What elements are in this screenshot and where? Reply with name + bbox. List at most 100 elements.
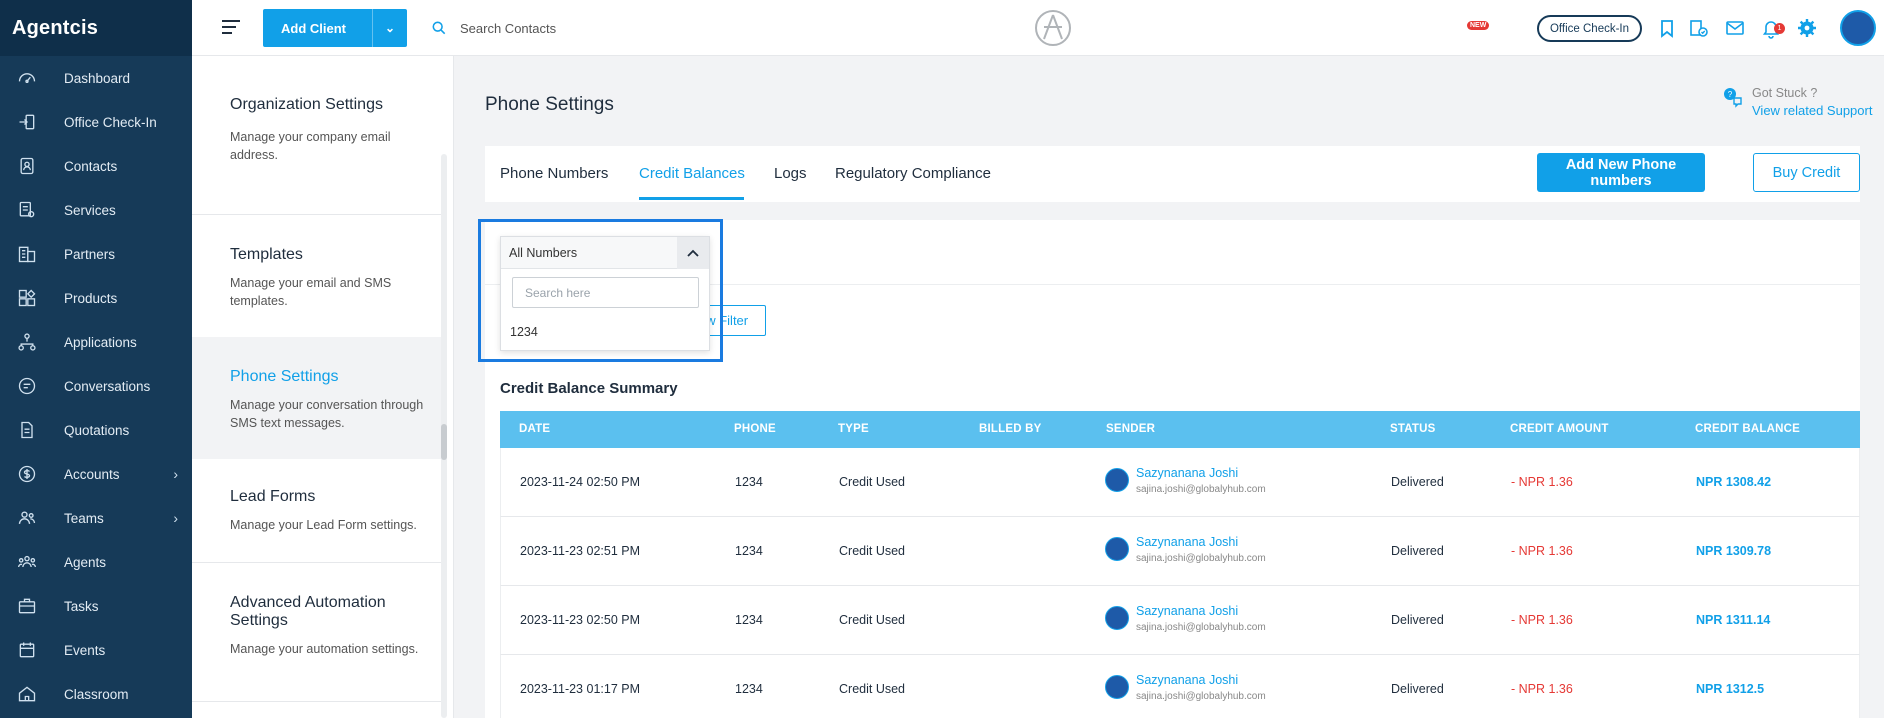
sender-name[interactable]: Sazynanana Joshi <box>1136 466 1238 480</box>
sidebar-item-products[interactable]: Products <box>0 276 192 320</box>
add-client-button[interactable]: Add Client ⌄ <box>263 9 407 47</box>
office-check-in-button[interactable]: Office Check-In <box>1537 15 1642 42</box>
settings-item-templates[interactable]: Templates Manage your email and SMS temp… <box>192 246 446 310</box>
brand-logo[interactable]: Agentcis <box>0 0 192 56</box>
sidebar-item-label: Events <box>64 642 106 658</box>
chevron-up-icon[interactable] <box>677 237 709 269</box>
cell-date: 2023-11-23 02:50 PM <box>520 613 640 627</box>
bookmark-icon[interactable] <box>1656 17 1678 39</box>
table-row[interactable]: 2023-11-23 01:17 PM 1234 Credit Used Saz… <box>500 655 1860 718</box>
cell-status: Delivered <box>1391 682 1444 696</box>
settings-item-description: Manage your company email address. <box>230 130 391 162</box>
sender-avatar <box>1105 675 1129 699</box>
sender-name[interactable]: Sazynanana Joshi <box>1136 604 1238 618</box>
buy-credit-button[interactable]: Buy Credit <box>1753 153 1860 192</box>
sender-email: sajina.joshi@globalyhub.com <box>1136 484 1266 495</box>
help-chat-icon: ? <box>1724 88 1742 108</box>
settings-menu: Organization Settings Manage your compan… <box>192 56 454 718</box>
sidebar-item-label: Tasks <box>64 598 99 614</box>
sender-avatar <box>1105 468 1129 492</box>
contacts-icon <box>16 155 38 177</box>
cell-credit-amount: - NPR 1.36 <box>1511 544 1573 558</box>
settings-scrollbar-thumb[interactable] <box>441 424 447 460</box>
number-filter-dropdown: All Numbers 1234 <box>500 236 710 351</box>
sidebar-item-office-check-in[interactable]: Office Check-In <box>0 100 192 144</box>
column-header-credit-amount[interactable]: Credit Amount <box>1510 423 1609 435</box>
settings-item-description: Manage your email and SMS templates. <box>230 276 392 308</box>
tab-phone-numbers[interactable]: Phone Numbers <box>500 165 608 182</box>
column-header-phone[interactable]: Phone <box>734 423 776 435</box>
cell-date: 2023-11-23 01:17 PM <box>520 682 640 696</box>
settings-item-title: Templates <box>230 246 303 263</box>
sender-name[interactable]: Sazynanana Joshi <box>1136 535 1238 549</box>
calendar-icon <box>16 639 38 661</box>
dropdown-option[interactable]: 1234 <box>510 325 538 339</box>
company-logo-icon <box>1035 10 1071 46</box>
column-header-type[interactable]: Type <box>838 423 869 435</box>
search-contacts-input[interactable] <box>460 14 760 42</box>
chevron-down-icon[interactable]: ⌄ <box>385 21 395 35</box>
cell-credit-amount: - NPR 1.36 <box>1511 682 1573 696</box>
sidebar-item-services[interactable]: Services <box>0 188 192 232</box>
user-avatar[interactable] <box>1840 10 1876 46</box>
sidebar-nav: Dashboard Office Check-In Contacts Servi… <box>0 56 192 716</box>
column-header-sender[interactable]: Sender <box>1106 423 1155 435</box>
tab-regulatory-compliance[interactable]: Regulatory Compliance <box>835 165 991 182</box>
building-icon <box>16 243 38 265</box>
search-icon <box>432 21 446 35</box>
cell-credit-balance: NPR 1308.42 <box>1696 475 1772 489</box>
view-support-link[interactable]: View related Support <box>1752 103 1872 118</box>
settings-item-advanced-automation[interactable]: Advanced Automation Settings Manage your… <box>192 594 446 658</box>
sidebar-item-label: Accounts <box>64 466 120 482</box>
table-row[interactable]: 2023-11-23 02:50 PM 1234 Credit Used Saz… <box>500 586 1860 655</box>
table-row[interactable]: 2023-11-23 02:51 PM 1234 Credit Used Saz… <box>500 517 1860 586</box>
cell-date: 2023-11-23 02:51 PM <box>520 544 640 558</box>
gear-icon[interactable] <box>1796 17 1818 39</box>
sidebar-item-accounts[interactable]: Accounts › <box>0 452 192 496</box>
cell-type: Credit Used <box>839 544 905 558</box>
sidebar-item-classroom[interactable]: Classroom <box>0 672 192 716</box>
tab-credit-balances[interactable]: Credit Balances <box>639 165 745 182</box>
sidebar-item-events[interactable]: Events <box>0 628 192 672</box>
dropdown-search-input[interactable] <box>512 277 699 308</box>
cell-type: Credit Used <box>839 682 905 696</box>
settings-item-organization[interactable]: Organization Settings Manage your compan… <box>192 96 446 164</box>
menu-toggle-icon[interactable] <box>222 20 240 36</box>
column-header-status[interactable]: Status <box>1390 423 1436 435</box>
tasks-check-icon[interactable] <box>1688 17 1710 39</box>
cell-type: Credit Used <box>839 613 905 627</box>
column-header-credit-balance[interactable]: Credit Balance <box>1695 423 1800 435</box>
gauge-icon <box>16 67 38 89</box>
settings-item-phone-settings[interactable]: Phone Settings Manage your conversation … <box>192 337 446 459</box>
notification-count-badge: 1 <box>1774 23 1785 34</box>
add-phone-numbers-button[interactable]: Add New Phone numbers <box>1537 153 1705 192</box>
settings-item-title: Phone Settings <box>230 368 339 385</box>
sidebar-item-dashboard[interactable]: Dashboard <box>0 56 192 100</box>
table-row[interactable]: 2023-11-24 02:50 PM 1234 Credit Used Saz… <box>500 448 1860 517</box>
sidebar-item-tasks[interactable]: Tasks <box>0 584 192 628</box>
section-title: Credit Balance Summary <box>500 380 678 397</box>
sidebar-item-label: Classroom <box>64 686 129 702</box>
settings-item-description: Manage your conversation through SMS tex… <box>230 398 424 430</box>
active-tab-indicator <box>639 197 744 200</box>
column-header-date[interactable]: Date <box>519 423 550 435</box>
sidebar-item-label: Partners <box>64 246 116 262</box>
tab-logs[interactable]: Logs <box>774 165 807 182</box>
sidebar-item-agents[interactable]: Agents <box>0 540 192 584</box>
sidebar-item-conversations[interactable]: Conversations <box>0 364 192 408</box>
sidebar-item-partners[interactable]: Partners <box>0 232 192 276</box>
mail-icon[interactable] <box>1724 17 1746 39</box>
services-icon <box>16 199 38 221</box>
sender-avatar <box>1105 606 1129 630</box>
sidebar-item-contacts[interactable]: Contacts <box>0 144 192 188</box>
column-header-billed-by[interactable]: Billed By <box>979 423 1042 435</box>
sender-email: sajina.joshi@globalyhub.com <box>1136 622 1266 633</box>
sidebar-item-quotations[interactable]: Quotations <box>0 408 192 452</box>
chevron-right-icon: › <box>173 466 178 482</box>
settings-item-lead-forms[interactable]: Lead Forms Manage your Lead Form setting… <box>192 488 446 534</box>
sidebar-item-applications[interactable]: Applications <box>0 320 192 364</box>
cell-phone: 1234 <box>735 544 763 558</box>
sender-name[interactable]: Sazynanana Joshi <box>1136 673 1238 687</box>
sidebar-item-teams[interactable]: Teams › <box>0 496 192 540</box>
sidebar-item-label: Conversations <box>64 378 151 394</box>
